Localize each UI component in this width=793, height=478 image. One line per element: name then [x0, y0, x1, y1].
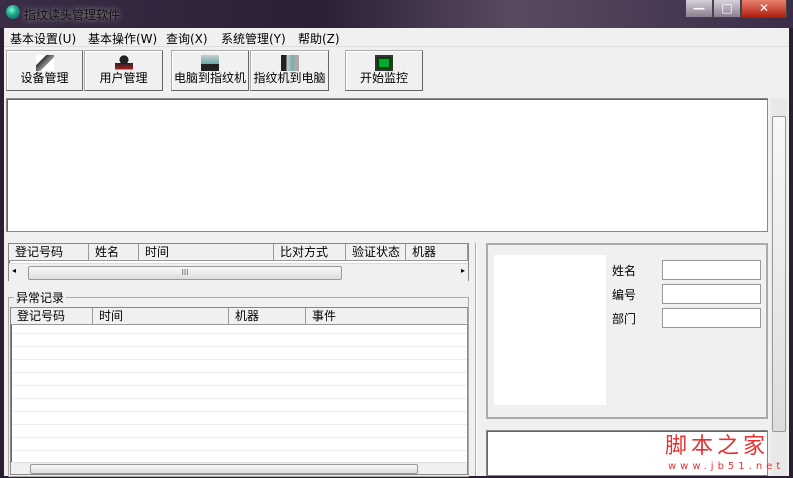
minimize-button[interactable]: — [685, 0, 713, 18]
log-panel [6, 98, 768, 232]
menu-basic-settings[interactable]: 基本设置(U) [10, 30, 76, 47]
monitor-icon [375, 55, 393, 71]
exceptions-hscrollbar[interactable] [11, 462, 467, 474]
app-icon [6, 5, 20, 19]
records-hscrollbar[interactable]: ◂ III ▸ [9, 263, 468, 281]
col-header[interactable]: 机器 [229, 308, 306, 325]
dept-field[interactable] [662, 308, 761, 328]
id-field[interactable] [662, 284, 761, 304]
col-header[interactable]: 登记号码 [11, 308, 93, 325]
exceptions-title: 异常记录 [14, 289, 67, 306]
vertical-scrollbar[interactable] [771, 98, 787, 476]
pc-to-device-button[interactable]: 电脑到指纹机 [171, 50, 249, 91]
scroll-thumb[interactable] [772, 116, 786, 432]
name-field[interactable] [662, 260, 761, 280]
name-label: 姓名 [612, 264, 637, 278]
pc-to-device-icon [201, 55, 219, 71]
device-management-button[interactable]: 设备管理 [6, 50, 83, 91]
exceptions-header: 登记号码 时间 机器 事件 [11, 308, 468, 325]
device-to-pc-button[interactable]: 指纹机到电脑 [250, 50, 329, 91]
scroll-thumb[interactable]: III [28, 266, 342, 280]
watermark-logo: 脚本之家 [665, 434, 770, 459]
device-icon [35, 55, 54, 71]
window-title: 指纹读头管理软件 [24, 8, 121, 22]
col-header[interactable]: 登记号码 [9, 244, 89, 261]
start-monitor-button[interactable]: 开始监控 [345, 50, 423, 91]
col-header[interactable]: 时间 [139, 244, 274, 261]
id-label: 编号 [612, 288, 637, 302]
menu-bar: 基本设置(U) 基本操作(W) 查询(X) 系统管理(Y) 帮助(Z) [4, 28, 789, 47]
records-header: 登记号码 姓名 时间 比对方式 验证状态 机器 [9, 244, 468, 261]
device-to-pc-icon [280, 55, 299, 71]
user-icon [114, 55, 133, 71]
menu-system[interactable]: 系统管理(Y) [221, 30, 286, 47]
splitter[interactable] [475, 243, 477, 476]
exceptions-table: 登记号码 时间 机器 事件 [10, 307, 468, 475]
col-header[interactable]: 机器 [406, 244, 468, 261]
menu-basic-ops[interactable]: 基本操作(W) [88, 30, 157, 47]
dept-label: 部门 [612, 312, 637, 326]
col-header[interactable]: 事件 [306, 308, 468, 325]
fingerprint-photo [494, 255, 606, 405]
col-header[interactable]: 时间 [93, 308, 229, 325]
col-header[interactable]: 比对方式 [274, 244, 346, 261]
menu-help[interactable]: 帮助(Z) [298, 30, 340, 47]
col-header[interactable]: 姓名 [89, 244, 139, 261]
close-button[interactable]: ✕ [741, 0, 787, 18]
user-management-button[interactable]: 用户管理 [84, 50, 163, 91]
col-header[interactable]: 验证状态 [346, 244, 406, 261]
menu-query[interactable]: 查询(X) [166, 30, 208, 47]
scroll-thumb[interactable] [30, 464, 418, 474]
maximize-button[interactable]: □ [713, 0, 741, 18]
watermark-url: www.jb51.net [668, 461, 785, 472]
